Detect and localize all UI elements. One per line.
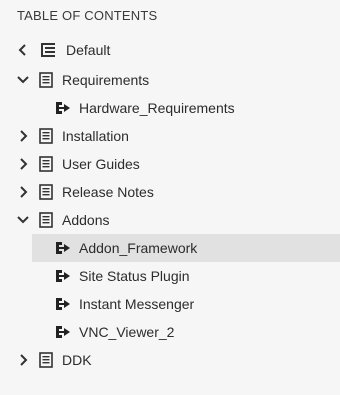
topic-link-icon: [55, 241, 71, 255]
toc-item-label: Installation: [62, 128, 129, 144]
document-icon: [39, 156, 53, 172]
topic-link-icon: [55, 101, 71, 115]
document-icon: [39, 184, 53, 200]
toc-title: TABLE OF CONTENTS: [17, 8, 158, 23]
chevron-right-icon[interactable]: [17, 158, 29, 170]
toc-item-site-status-plugin[interactable]: Site Status Plugin: [0, 262, 340, 290]
document-icon: [39, 212, 53, 228]
chevron-down-icon[interactable]: [17, 74, 29, 86]
toc-item-label: Addons: [62, 212, 110, 228]
toc-item-addon-framework[interactable]: Addon_Framework: [32, 234, 340, 262]
toc-item-instant-messenger[interactable]: Instant Messenger: [0, 290, 340, 318]
toc-item-label: Instant Messenger: [79, 296, 195, 312]
outline-list-icon: [40, 42, 56, 58]
toc-item-vnc-viewer-2[interactable]: VNC_Viewer_2: [0, 318, 340, 346]
toc-item-label: Addon_Framework: [79, 240, 198, 256]
toc-item-addons[interactable]: Addons: [0, 206, 340, 234]
toc-item-label: Site Status Plugin: [79, 268, 190, 284]
topic-link-icon: [55, 269, 71, 283]
toc-item-requirements[interactable]: Requirements: [0, 66, 340, 94]
toc-item-label: Release Notes: [62, 184, 154, 200]
toc-item-label: VNC_Viewer_2: [79, 324, 175, 340]
toc-item-label: Hardware_Requirements: [79, 100, 235, 116]
toc-panel: TABLE OF CONTENTS Default Requirements H…: [0, 0, 340, 395]
chevron-right-icon[interactable]: [17, 186, 29, 198]
topic-link-icon: [55, 325, 71, 339]
toc-item-installation[interactable]: Installation: [0, 122, 340, 150]
toc-item-label: Default: [66, 42, 111, 58]
toc-item-label: Requirements: [62, 72, 150, 88]
toc-item-user-guides[interactable]: User Guides: [0, 150, 340, 178]
toc-item-release-notes[interactable]: Release Notes: [0, 178, 340, 206]
chevron-left-icon[interactable]: [17, 44, 29, 56]
toc-item-label: DDK: [62, 352, 92, 368]
toc-item-default[interactable]: Default: [0, 36, 340, 64]
chevron-right-icon[interactable]: [17, 130, 29, 142]
document-icon: [39, 128, 53, 144]
document-icon: [39, 352, 53, 368]
topic-link-icon: [55, 297, 71, 311]
toc-item-hardware-requirements[interactable]: Hardware_Requirements: [0, 94, 340, 122]
toc-item-ddk[interactable]: DDK: [0, 346, 340, 374]
toc-item-label: User Guides: [62, 156, 140, 172]
chevron-right-icon[interactable]: [17, 354, 29, 366]
document-icon: [39, 72, 53, 88]
chevron-down-icon[interactable]: [17, 214, 29, 226]
